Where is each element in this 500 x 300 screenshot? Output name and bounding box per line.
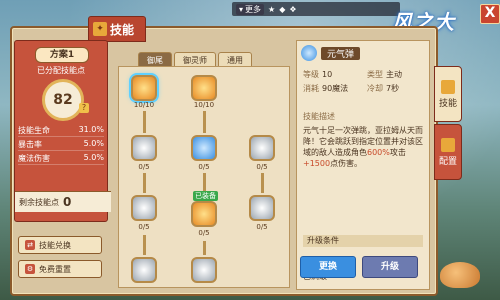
skill-node-energy-ball[interactable] [131, 75, 157, 101]
level-label: 等级 [303, 70, 319, 79]
skill-level: 0/5 [256, 163, 268, 171]
tab-skills[interactable]: 技能 [434, 66, 462, 122]
gem-icon[interactable]: ◆ [279, 5, 285, 14]
stat-value: 5.0% [83, 153, 104, 162]
stat-label: 魔法伤害 [18, 154, 50, 163]
allocated-points: 82 [42, 79, 84, 121]
crystal-icon[interactable]: ❖ [289, 5, 296, 14]
type-field: 类型 主动 [367, 69, 402, 80]
left-panel: 方案1 已分配技能点 82 ? 技能生命 31.0% 暴击率 5.0% 魔法伤害… [14, 40, 111, 288]
skill-level: 0/5 [198, 229, 210, 237]
tab-skills-label: 技能 [438, 98, 457, 109]
skill-node[interactable] [249, 195, 275, 221]
top-status-bar: ▾ 更多 ★ ◆ ❖ [232, 2, 400, 16]
skill-node-equipped[interactable] [191, 201, 217, 227]
energy-ball-icon [301, 45, 317, 61]
skill-node[interactable] [191, 75, 217, 101]
skill-node[interactable] [191, 135, 217, 161]
stat-label: 技能生命 [18, 126, 50, 135]
more-button[interactable]: ▾ 更多 [236, 3, 265, 15]
skill-node[interactable] [131, 257, 157, 283]
window-title: 技能 [110, 22, 135, 37]
config-tab-icon [441, 137, 455, 152]
skill-level: 0/5 [198, 163, 210, 171]
skill-description: 元气十足一次弹跳，亚拉姆从天而降！它会跳跃到指定位置并对该区域的敌人造成角色60… [303, 125, 423, 169]
tab-config[interactable]: 配置 [434, 124, 462, 180]
more-label: 更多 [245, 4, 262, 14]
tree-connector [203, 173, 206, 193]
type-value: 主动 [386, 70, 402, 79]
remaining-points: 0 [63, 195, 72, 209]
free-reset-label: 免费重置 [39, 264, 71, 274]
close-button[interactable]: X [480, 4, 500, 24]
stat-row: 魔法伤害 5.0% [18, 153, 104, 165]
level-field: 等级 10 [303, 69, 332, 80]
stat-row: 技能生命 31.0% [18, 125, 104, 137]
skill-name-row: 元气弹 [301, 45, 425, 61]
stat-row: 暴击率 5.0% [18, 139, 104, 151]
equipped-tag: 已装备 [193, 191, 218, 201]
desc-bonus: +1500 [303, 159, 331, 168]
cost-value: 90魔法 [322, 84, 349, 93]
scheme-card: 方案1 已分配技能点 82 ? 技能生命 31.0% 暴击率 5.0% 魔法伤害… [14, 40, 111, 222]
tree-connector [261, 173, 264, 193]
skill-level: 0/5 [138, 163, 150, 171]
window-title-tab: ✦ 技能 [88, 16, 146, 42]
allocated-label: 已分配技能点 [37, 66, 85, 75]
skill-exchange-label: 技能兑换 [39, 240, 71, 250]
pet-mascot-image [440, 262, 480, 288]
remaining-points-row: 剩余技能点 0 [15, 191, 111, 212]
cost-label: 消耗 [303, 84, 319, 93]
tree-connector [143, 173, 146, 193]
skill-exchange-button[interactable]: ⇄ 技能兑换 [18, 236, 102, 254]
scheme-button[interactable]: 方案1 [35, 47, 89, 63]
desc-text: 攻击 [389, 148, 406, 157]
skill-detail-panel: 元气弹 等级 10 类型 主动 消耗 90魔法 冷却 7秒 技能描述 元气十足一次弹跳，… [296, 40, 430, 290]
gear-icon: ⚙ [25, 264, 35, 274]
skill-book-icon: ✦ [93, 22, 107, 36]
tab-config-label: 配置 [438, 156, 457, 167]
skill-tab-icon [441, 79, 455, 94]
type-label: 类型 [367, 70, 383, 79]
skill-node[interactable] [131, 135, 157, 161]
cost-field: 消耗 90魔法 [303, 83, 348, 94]
skill-tree: 10/10 10/10 0/5 0/5 0/5 0/5 已装备 0/5 0/5 [118, 66, 290, 288]
tree-connector [203, 111, 206, 133]
exchange-icon: ⇄ [25, 240, 35, 250]
level-value: 10 [322, 70, 333, 79]
skill-level: 10/10 [133, 101, 155, 109]
cooldown-field: 冷却 7秒 [367, 83, 399, 94]
desc-damage-percent: 600% [367, 148, 390, 157]
help-icon[interactable]: ? [79, 103, 89, 113]
free-reset-button[interactable]: ⚙ 免费重置 [18, 260, 102, 278]
skill-node[interactable] [131, 195, 157, 221]
remaining-label: 剩余技能点 [19, 197, 59, 207]
skill-name: 元气弹 [321, 46, 361, 60]
description-title: 技能描述 [303, 112, 335, 121]
cooldown-label: 冷却 [367, 84, 383, 93]
stat-label: 暴击率 [18, 140, 42, 149]
star-icon[interactable]: ★ [268, 5, 275, 14]
tree-connector [203, 241, 206, 255]
cooldown-value: 7秒 [386, 84, 400, 93]
skill-node[interactable] [191, 257, 217, 283]
skill-level: 10/10 [193, 101, 215, 109]
skill-node[interactable] [249, 135, 275, 161]
upgrade-button[interactable]: 升级 [362, 256, 418, 278]
skill-level: 0/5 [256, 223, 268, 231]
desc-text: 点伤害。 [330, 159, 363, 168]
stat-value: 31.0% [78, 125, 104, 134]
tree-connector [143, 111, 146, 133]
tree-connector [143, 235, 146, 255]
skill-level: 0/5 [138, 223, 150, 231]
change-button[interactable]: 更换 [300, 256, 356, 278]
upgrade-condition-title: 升级条件 [303, 235, 423, 247]
stat-value: 5.0% [83, 139, 104, 148]
